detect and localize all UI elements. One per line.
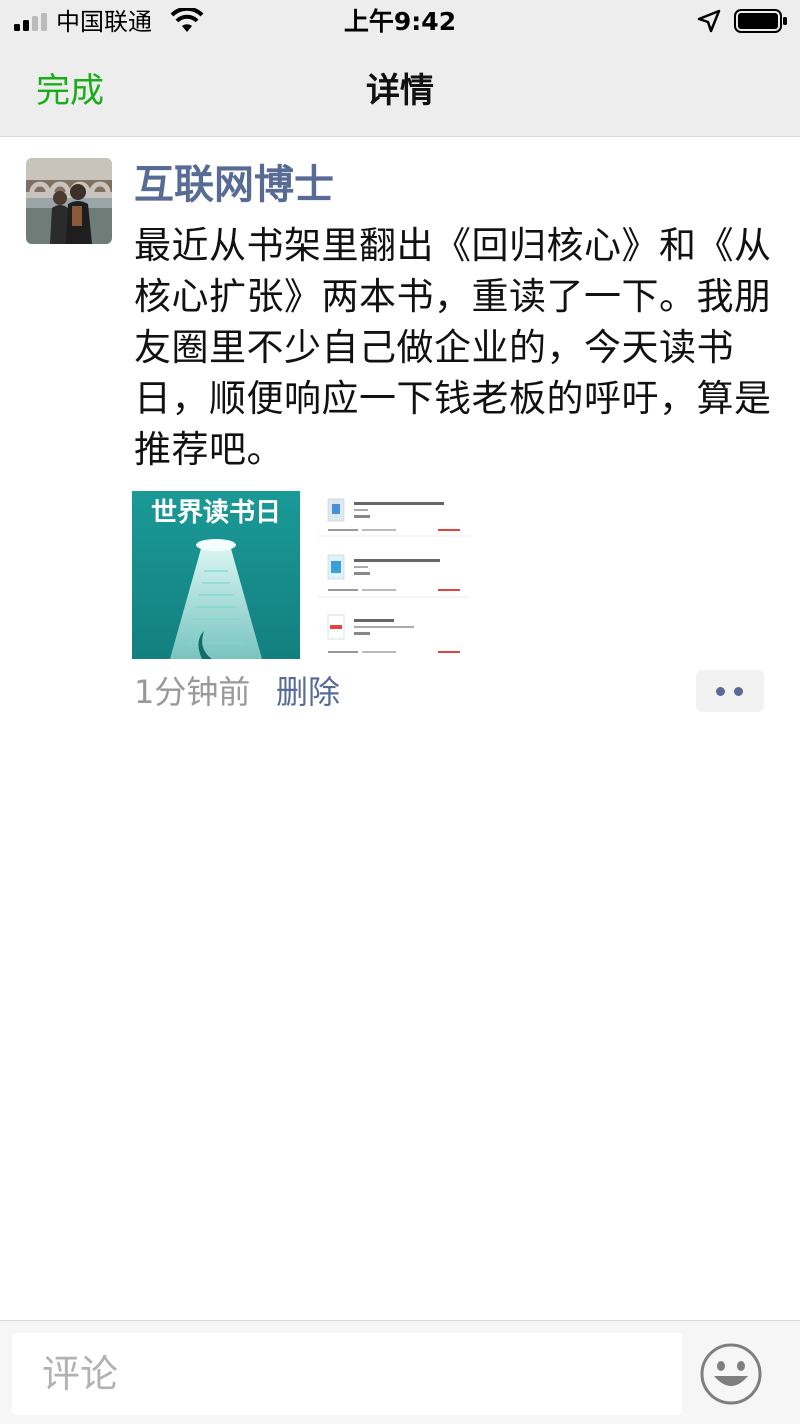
emoji-icon[interactable] xyxy=(699,1342,763,1406)
image-title-text: 世界读书日 xyxy=(151,498,281,528)
avatar[interactable] xyxy=(26,158,112,244)
more-dot-icon xyxy=(734,687,743,696)
status-time: 上午9:42 xyxy=(343,7,457,36)
post-image-world-book-day[interactable]: 世界读书日 xyxy=(132,491,300,659)
more-actions-button[interactable] xyxy=(696,670,764,712)
delete-button[interactable]: 删除 xyxy=(276,670,340,714)
status-bar: 中国联通 上午9:42 xyxy=(0,0,800,44)
post-image-book-list[interactable] xyxy=(318,491,470,659)
post-time: 1分钟前 xyxy=(134,673,251,711)
comment-bar: 评论 xyxy=(0,1320,800,1424)
location-arrow-icon xyxy=(697,9,721,33)
post-content: 最近从书架里翻出《回归核心》和《从核心扩张》两本书，重读了一下。我朋友圈里不少自… xyxy=(134,224,772,471)
comment-input[interactable]: 评论 xyxy=(12,1333,682,1415)
page-title: 详情 xyxy=(366,71,434,111)
author-name[interactable]: 互联网博士 xyxy=(134,160,334,210)
top-bar: 中国联通 上午9:42 完成 详情 xyxy=(0,0,800,137)
more-dot-icon xyxy=(716,687,725,696)
battery-icon xyxy=(734,9,787,33)
